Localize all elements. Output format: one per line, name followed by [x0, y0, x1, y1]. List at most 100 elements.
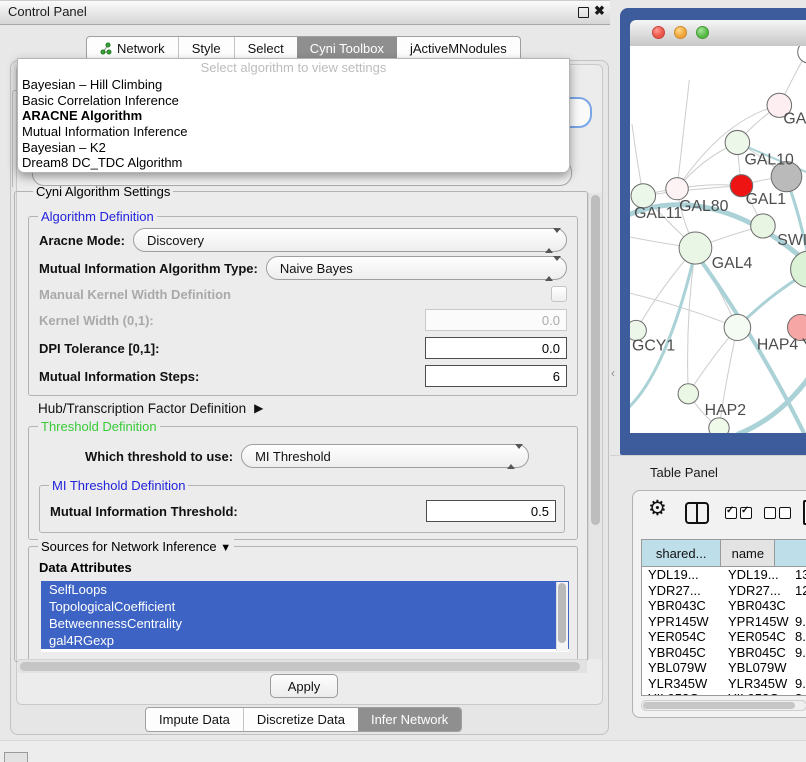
hub-transcription-factor-expander[interactable]: Hub/Transcription Factor Definition ▶ — [38, 399, 263, 417]
table-cell: 8. — [795, 629, 806, 645]
network-node[interactable] — [751, 214, 776, 238]
mi-algorithm-type-combobox[interactable]: Naive Bayes — [266, 256, 567, 280]
restore-window-icon[interactable] — [578, 7, 589, 18]
settings-horizontal-scrollbar-thumb[interactable] — [20, 662, 580, 671]
table-row[interactable]: YDR27...YDR27...12 — [642, 583, 806, 599]
tab-network[interactable]: Network — [87, 37, 178, 60]
mi-threshold-definition-legend: MI Threshold Definition — [49, 478, 188, 493]
sources-for-network-inference-group: Sources for Network Inference ▼ Data Att… — [28, 546, 578, 660]
table-row[interactable]: YPR145WYPR145W9. — [642, 614, 806, 630]
attribute-item-topologicalcoefficient[interactable]: TopologicalCoefficient — [41, 598, 569, 615]
network-window-titlebar[interactable] — [630, 20, 806, 47]
table-row[interactable]: YBR045CYBR045C9. — [642, 645, 806, 661]
sources-legend-text: Sources for Network Inference — [41, 539, 217, 554]
control-panel-title: Control Panel — [8, 4, 87, 19]
algorithm-option-bayesian-k2[interactable]: Bayesian – K2 — [18, 140, 569, 156]
table-row[interactable]: YDL19...YDL19...13 — [642, 567, 806, 583]
algorithm-option-aracne-algorithm[interactable]: ARACNE Algorithm — [18, 108, 569, 124]
node-label-gal80: GAL80 — [679, 198, 729, 215]
network-graph-icon — [100, 42, 112, 55]
network-edge[interactable] — [643, 186, 741, 196]
apply-button[interactable]: Apply — [270, 674, 338, 698]
split-columns-icon[interactable] — [685, 502, 709, 524]
mi-steps-field[interactable]: 6 — [425, 365, 567, 387]
attribute-item-gal4rgexp[interactable]: gal4RGexp — [41, 632, 569, 649]
close-window-icon[interactable]: ✖ — [594, 3, 605, 19]
algorithm-option-dream8-dc-tdc-algorithm[interactable]: Dream8 DC_TDC Algorithm — [18, 155, 569, 171]
table-cell: 13 — [795, 567, 806, 583]
network-node[interactable] — [709, 418, 729, 433]
table-row[interactable]: YBL079WYBL079W — [642, 660, 806, 676]
table-row[interactable]: YIL052CYIL052C8 — [642, 691, 806, 696]
zoom-traffic-light-icon[interactable] — [696, 26, 709, 39]
screen: Control Panel ✖ NetworkStyleSelectCyni T… — [0, 0, 806, 762]
network-view-window: GALGAL80GAL10GAL1GAL11SWI4GAL4GCY1HAP4YH… — [620, 8, 806, 455]
gear-icon[interactable]: ⚙ — [648, 498, 667, 519]
network-node[interactable] — [798, 46, 806, 63]
mi-threshold-field[interactable]: 0.5 — [426, 500, 556, 522]
manual-kernel-width-checkbox[interactable] — [551, 286, 567, 302]
column-header-name[interactable]: name — [721, 540, 775, 566]
bottom-tab-bar: Impute Data Discretize Data Infer Network — [145, 707, 462, 732]
tab-style[interactable]: Style — [178, 37, 234, 60]
algorithm-option-basic-correlation-inference[interactable]: Basic Correlation Inference — [18, 93, 569, 109]
column-header-2[interactable] — [775, 540, 806, 566]
mi-steps-label: Mutual Information Steps: — [39, 369, 199, 384]
tab-jactivemnodules[interactable]: jActiveMNodules — [397, 37, 520, 60]
threshold-definition-group: Threshold Definition Which threshold to … — [28, 426, 578, 540]
network-node[interactable] — [724, 314, 751, 340]
network-canvas[interactable]: GALGAL80GAL10GAL1GAL11SWI4GAL4GCY1HAP4YH… — [630, 46, 806, 433]
sources-legend: Sources for Network Inference ▼ — [38, 539, 234, 554]
node-table: shared...name YDL19...YDL19...13YDR27...… — [641, 539, 806, 696]
tab-infer-network[interactable]: Infer Network — [358, 708, 461, 731]
attribute-item-selfloops[interactable]: SelfLoops — [41, 581, 569, 598]
table-cell: YDL19... — [648, 567, 699, 583]
node-label-gcy1: GCY1 — [632, 338, 675, 355]
node-label-y: Y — [802, 337, 806, 354]
aracne-mode-combobox[interactable]: Discovery — [133, 228, 567, 252]
uncheck-all-icon[interactable] — [764, 507, 791, 519]
algorithm-option-bayesian-hill-climbing[interactable]: Bayesian – Hill Climbing — [18, 77, 569, 93]
table-row[interactable]: YLR345WYLR345W9. — [642, 676, 806, 692]
kernel-width-field[interactable]: 0.0 — [425, 309, 567, 331]
attribute-item-betweennesscentrality[interactable]: BetweennessCentrality — [41, 615, 569, 632]
check-all-icon[interactable] — [725, 507, 752, 519]
table-horizontal-scrollbar-thumb[interactable] — [643, 702, 795, 709]
table-cell: YIL052C — [728, 691, 779, 696]
column-header-shared[interactable]: shared... — [642, 540, 721, 566]
dpi-tolerance-field[interactable]: 0.0 — [425, 337, 567, 359]
attributes-scrollbar[interactable] — [556, 582, 568, 651]
tab-cyni-toolbox[interactable]: Cyni Toolbox — [297, 37, 397, 60]
network-graph[interactable]: GALGAL80GAL10GAL1GAL11SWI4GAL4GCY1HAP4YH… — [630, 46, 806, 433]
network-edge[interactable] — [677, 80, 689, 189]
settings-vertical-scrollbar-thumb[interactable] — [591, 195, 600, 525]
node-label-hap4: HAP4 — [757, 337, 799, 354]
settings-vertical-scrollbar[interactable] — [588, 193, 602, 659]
network-node[interactable] — [666, 178, 689, 200]
collapse-down-icon[interactable]: ▼ — [220, 542, 231, 554]
tab-select[interactable]: Select — [234, 37, 297, 60]
table-horizontal-scrollbar[interactable] — [641, 700, 806, 711]
dock-panel-icon[interactable] — [4, 752, 28, 762]
table-cell: YBR045C — [728, 645, 786, 661]
expand-right-icon[interactable]: ▶ — [254, 401, 263, 415]
tab-impute-data[interactable]: Impute Data — [146, 708, 243, 731]
which-threshold-combobox[interactable]: MI Threshold — [241, 444, 529, 468]
network-edge[interactable] — [738, 375, 806, 433]
table-cell: 9. — [795, 645, 806, 661]
close-traffic-light-icon[interactable] — [652, 26, 665, 39]
tab-label: Discretize Data — [257, 712, 345, 727]
network-node[interactable] — [678, 384, 698, 404]
kernel-width-value: 0.0 — [542, 313, 560, 328]
node-label-swi4: SWI4 — [777, 232, 806, 249]
table-row[interactable]: YBR043CYBR043C — [642, 598, 806, 614]
split-pane-collapse-icon[interactable]: ‹ — [611, 366, 615, 380]
table-row[interactable]: YER054CYER054C8. — [642, 629, 806, 645]
tab-discretize-data[interactable]: Discretize Data — [243, 708, 358, 731]
algorithm-option-mutual-information-inference[interactable]: Mutual Information Inference — [18, 124, 569, 140]
attributes-scrollbar-thumb[interactable] — [558, 583, 566, 643]
settings-horizontal-scrollbar[interactable] — [18, 659, 587, 673]
network-node[interactable] — [679, 232, 712, 264]
minimize-traffic-light-icon[interactable] — [674, 26, 687, 39]
table-cell: YIL052C — [648, 691, 699, 696]
